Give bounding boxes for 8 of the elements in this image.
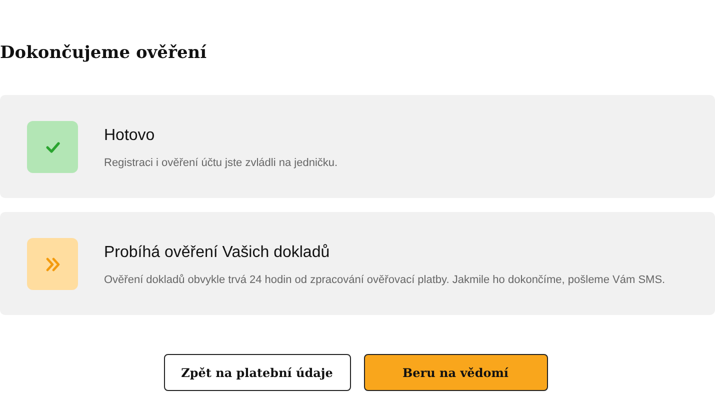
step-description: Ověření dokladů obvykle trvá 24 hodin od zpracování ověřovací platby. Jakmile ho dokončíme, pošleme Vám SMS. <box>104 273 666 287</box>
double-chevron-icon <box>44 256 62 272</box>
step-title: Probíhá ověření Vašich dokladů <box>104 243 331 263</box>
back-button[interactable]: Zpět na platební údaje <box>164 354 350 391</box>
step-title: Hotovo <box>104 126 156 146</box>
confirm-button[interactable]: Beru na vědomí <box>364 354 548 391</box>
page-heading: Dokončujeme ověření <box>0 42 207 64</box>
step-description: Registraci i ověření účtu jste zvládli na jedničku. <box>104 156 338 170</box>
